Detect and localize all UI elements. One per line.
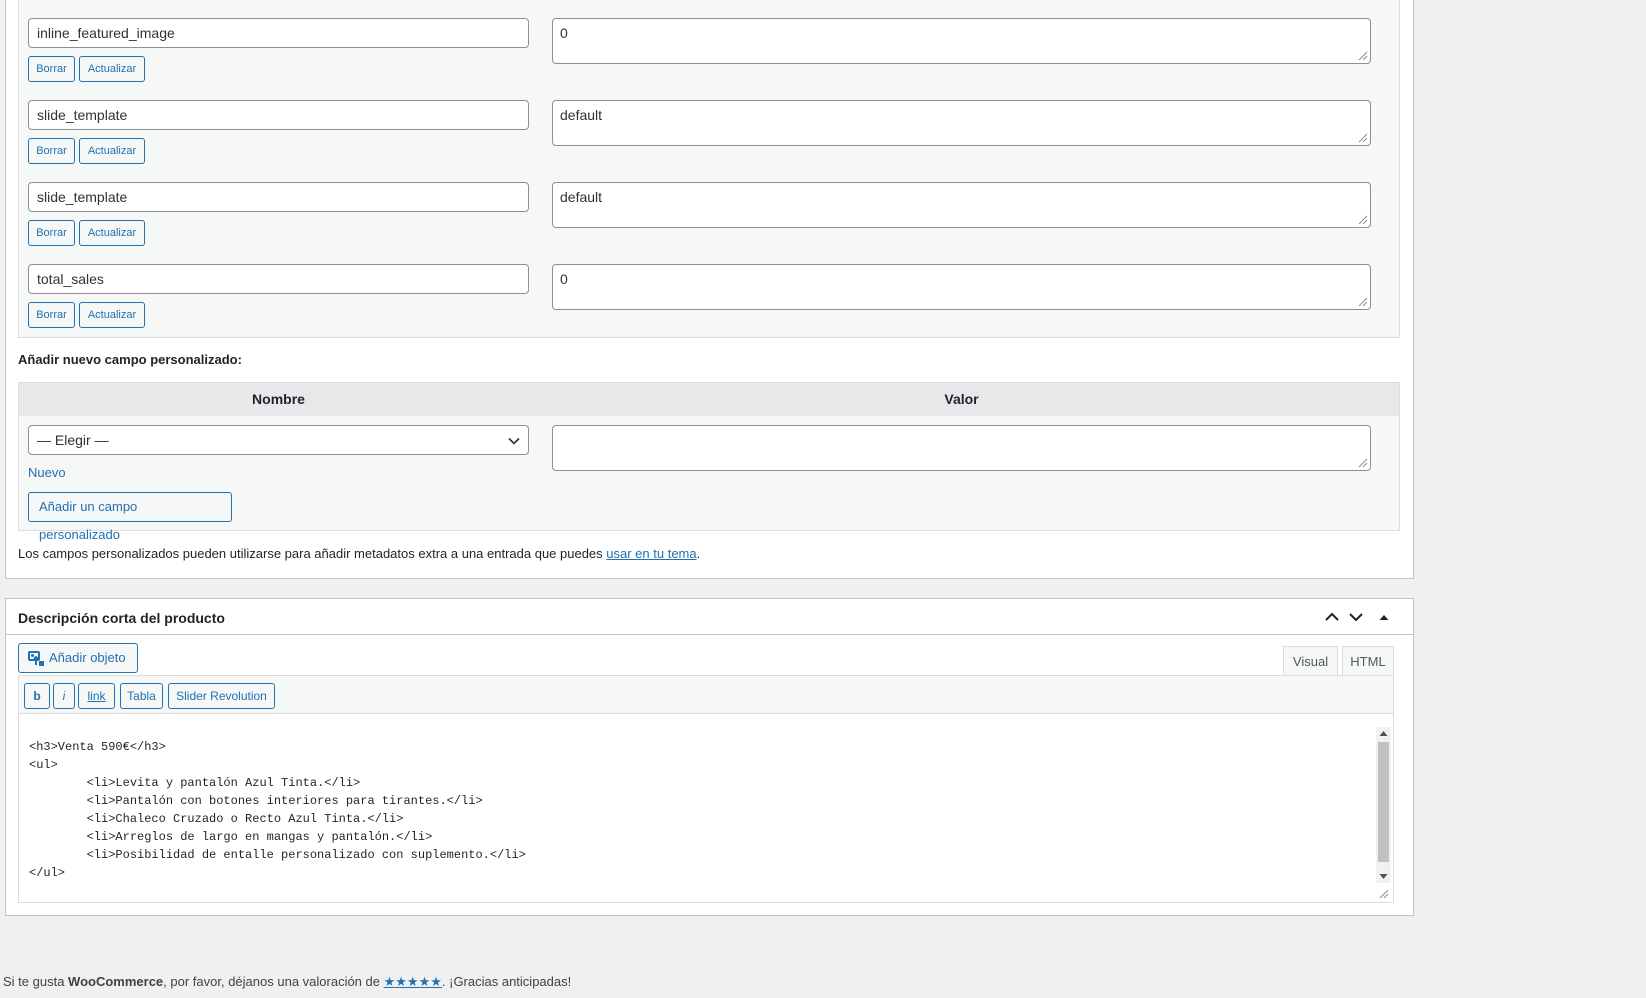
delete-button[interactable]: Borrar <box>28 302 75 328</box>
resize-grip-icon[interactable] <box>1379 889 1389 899</box>
content-line: <li>Levita y pantalón Azul Tinta.</li> <box>29 776 361 790</box>
add-media-label: Añadir objeto <box>49 650 126 665</box>
use-in-theme-link[interactable]: usar en tu tema <box>606 546 696 561</box>
content-line: <li>Chaleco Cruzado o Recto Azul Tinta.<… <box>29 812 404 826</box>
resize-grip-icon[interactable] <box>1358 297 1368 307</box>
meta-key-input[interactable]: slide_template <box>28 100 529 130</box>
meta-value-textarea[interactable]: 0 <box>552 264 1371 310</box>
chevron-down-icon <box>508 437 520 445</box>
custom-fields-note-end: . <box>696 546 701 561</box>
panel-header-divider <box>6 634 1413 635</box>
rating-stars-link[interactable]: ★★★★★ <box>384 974 442 989</box>
custom-fields-note: Los campos personalizados pueden utiliza… <box>18 546 700 561</box>
scroll-down-arrow-icon[interactable] <box>1379 873 1388 880</box>
footer-brand: WooCommerce <box>68 974 164 989</box>
add-new-field-heading: Añadir nuevo campo personalizado: <box>18 352 242 367</box>
tab-html[interactable]: HTML <box>1342 646 1394 676</box>
quicktag-slider-revolution[interactable]: Slider Revolution <box>168 683 275 709</box>
update-button[interactable]: Actualizar <box>79 302 145 328</box>
triangle-up-icon[interactable] <box>1374 607 1394 627</box>
meta-value-textarea[interactable]: default <box>552 182 1371 228</box>
footer-rating-text: Si te gusta WooCommerce, por favor, déja… <box>3 974 571 990</box>
chevron-up-icon[interactable] <box>1322 607 1342 627</box>
add-media-button[interactable]: Añadir objeto <box>18 643 138 673</box>
meta-key-select-value: — Elegir — <box>37 432 109 448</box>
content-line: <ul> <box>29 758 58 772</box>
column-header-name: Nombre <box>252 391 305 407</box>
content-line: <h3>Venta 590€</h3> <box>29 740 166 754</box>
meta-key-input[interactable]: inline_featured_image <box>28 18 529 48</box>
new-field-link[interactable]: Nuevo <box>28 465 66 480</box>
add-custom-field-button[interactable]: Añadir un campo personalizado <box>28 492 232 542</box>
update-button[interactable]: Actualizar <box>79 138 145 164</box>
editor-scrollbar[interactable] <box>1376 727 1391 883</box>
meta-value-textarea[interactable]: 0 <box>552 18 1371 64</box>
tab-visual[interactable]: Visual <box>1283 646 1338 675</box>
panel-title: Descripción corta del producto <box>18 610 225 626</box>
meta-key-input[interactable]: total_sales <box>28 264 529 294</box>
resize-grip-icon[interactable] <box>1358 51 1368 61</box>
media-icon <box>28 651 44 666</box>
delete-button[interactable]: Borrar <box>28 138 75 164</box>
scrollbar-thumb[interactable] <box>1378 742 1389 862</box>
resize-grip-icon[interactable] <box>1358 133 1368 143</box>
content-line: <li>Arreglos de largo en mangas y pantal… <box>29 830 433 844</box>
resize-grip-icon[interactable] <box>1358 458 1368 468</box>
content-line: </ul> <box>29 866 66 880</box>
content-line: <li>Pantalón con botones interiores para… <box>29 794 483 808</box>
new-meta-value-textarea[interactable] <box>552 425 1371 471</box>
column-header-value: Valor <box>944 391 979 407</box>
resize-grip-icon[interactable] <box>1358 215 1368 225</box>
meta-key-select[interactable]: — Elegir — <box>28 425 529 455</box>
quicktag-table[interactable]: Tabla <box>120 683 163 709</box>
delete-button[interactable]: Borrar <box>28 220 75 246</box>
meta-value-textarea[interactable]: default <box>552 100 1371 146</box>
quicktag-link[interactable]: link <box>78 683 115 709</box>
custom-fields-note-text: Los campos personalizados pueden utiliza… <box>18 546 607 561</box>
footer-suffix: . ¡Gracias anticipadas! <box>441 974 572 989</box>
quicktag-italic[interactable]: i <box>53 683 75 709</box>
footer-prefix: Si te gusta <box>3 974 69 989</box>
delete-button[interactable]: Borrar <box>28 56 75 82</box>
footer-middle: , por favor, déjanos una valoración de <box>163 974 384 989</box>
content-textarea[interactable]: <h3>Venta 590€</h3> <ul> <li>Levita y pa… <box>19 724 1373 902</box>
update-button[interactable]: Actualizar <box>79 56 145 82</box>
quicktag-bold[interactable]: b <box>24 683 50 709</box>
chevron-down-icon[interactable] <box>1346 607 1366 627</box>
meta-key-input[interactable]: slide_template <box>28 182 529 212</box>
content-line: <li>Posibilidad de entalle personalizado… <box>29 848 526 862</box>
update-button[interactable]: Actualizar <box>79 220 145 246</box>
scroll-up-arrow-icon[interactable] <box>1379 730 1388 737</box>
